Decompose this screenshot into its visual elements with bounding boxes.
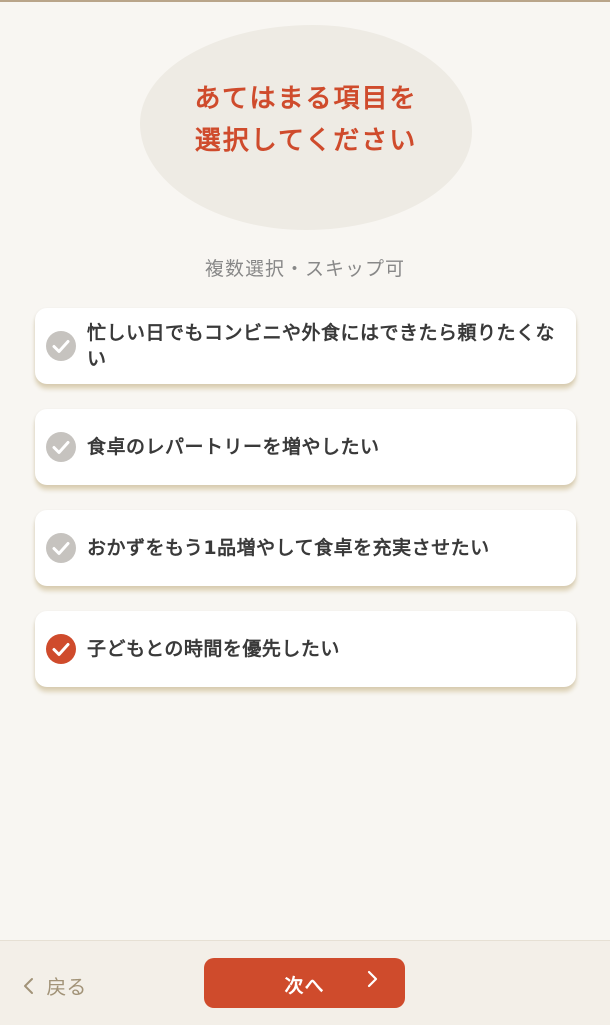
check-circle-icon <box>46 533 76 563</box>
page-title-line-2: 選択してください <box>194 126 418 156</box>
page-title-line-1: あてはまる項目を <box>194 84 418 114</box>
chevron-left-icon <box>22 975 40 999</box>
option-label: 子どもとの時間を優先したい <box>87 638 340 660</box>
check-circle-icon <box>46 432 76 462</box>
page-title: あてはまる項目を 選択してください <box>140 78 472 162</box>
option-item-busy-days[interactable]: 忙しい日でもコンビニや外食にはできたら頼りたくない <box>35 308 576 384</box>
option-label: 食卓のレパートリーを増やしたい <box>87 436 380 458</box>
option-item-time-with-kids[interactable]: 子どもとの時間を優先したい <box>35 611 576 687</box>
top-divider <box>0 0 610 2</box>
back-button[interactable]: 戻る <box>22 971 86 1000</box>
check-circle-icon <box>46 331 76 361</box>
option-label: おかずをもう1品増やして食卓を充実させたい <box>87 537 490 559</box>
next-button[interactable]: 次へ <box>204 958 405 1008</box>
page-subtitle: 複数選択・スキップ可 <box>204 258 405 280</box>
check-circle-icon <box>46 634 76 664</box>
option-item-extra-dish[interactable]: おかずをもう1品増やして食卓を充実させたい <box>35 510 576 586</box>
option-label: 忙しい日でもコンビニや外食にはできたら頼りたくない <box>87 322 556 370</box>
option-item-repertoire[interactable]: 食卓のレパートリーを増やしたい <box>35 409 576 485</box>
footer-bar: 戻る 次へ <box>0 940 610 1025</box>
back-button-label: 戻る <box>46 975 87 999</box>
chevron-right-icon <box>364 968 380 990</box>
